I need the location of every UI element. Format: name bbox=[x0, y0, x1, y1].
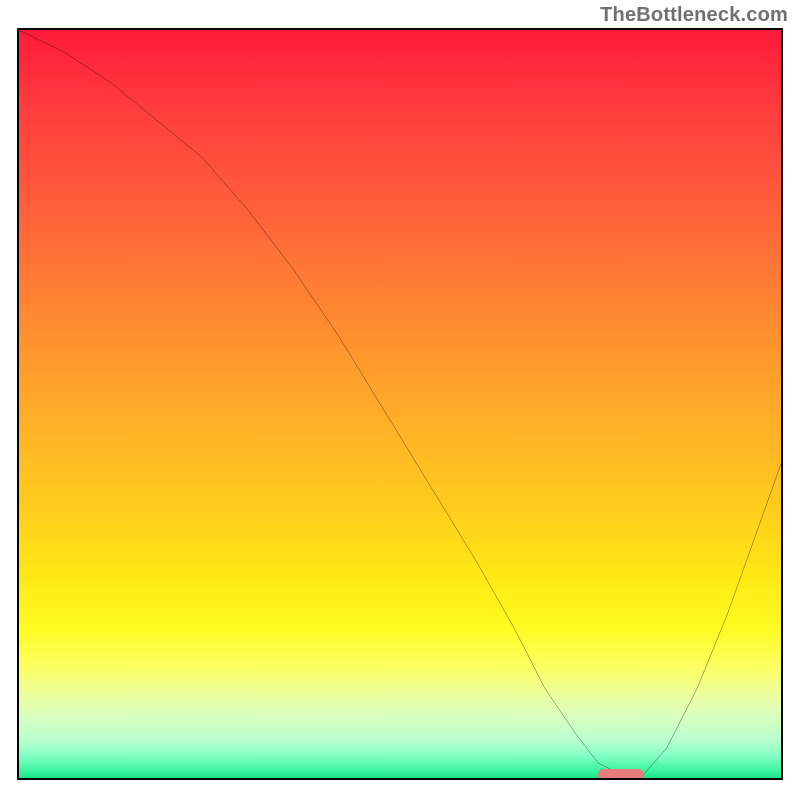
chart-plot-area bbox=[17, 28, 783, 780]
watermark-text: TheBottleneck.com bbox=[600, 4, 788, 27]
curve-path bbox=[19, 30, 781, 774]
optimal-range-marker bbox=[598, 769, 644, 780]
bottleneck-curve bbox=[19, 30, 781, 778]
